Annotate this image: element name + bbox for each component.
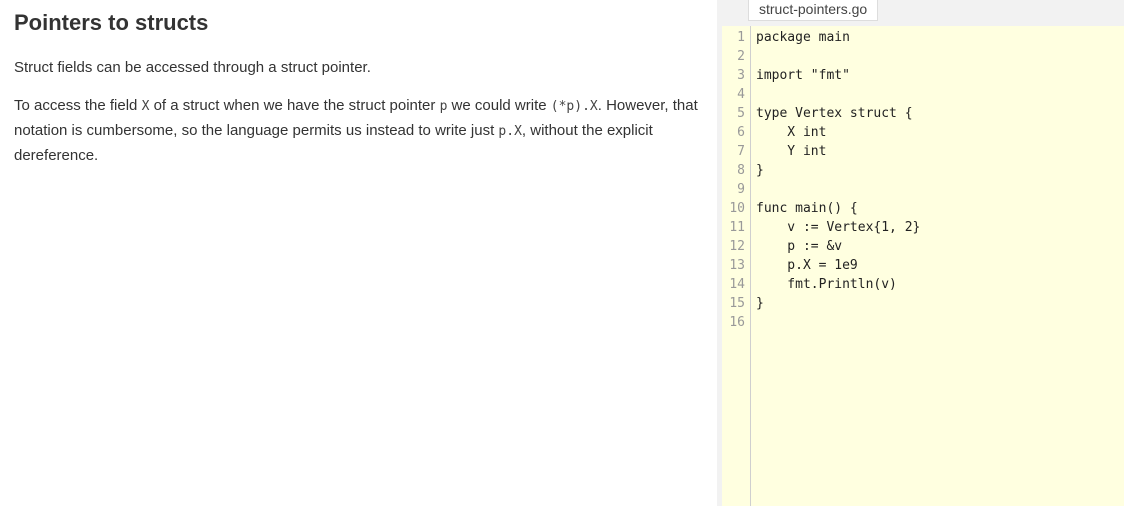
code-line[interactable]: 1 package main: [722, 28, 1124, 47]
code-text[interactable]: [745, 313, 756, 332]
code-text[interactable]: p := &v: [745, 237, 842, 256]
line-number: 2: [737, 49, 745, 64]
code-line[interactable]: 10 func main() {: [722, 199, 1124, 218]
code-line[interactable]: 14 fmt.Println(v): [722, 275, 1124, 294]
inline-code: (*p).X: [550, 99, 598, 114]
line-number: 6: [737, 125, 745, 140]
code-line[interactable]: 13 p.X = 1e9: [722, 256, 1124, 275]
tour-page: Pointers to structs Struct fields can be…: [0, 0, 1124, 506]
line-number: 9: [737, 182, 745, 197]
code-line[interactable]: 9: [722, 180, 1124, 199]
line-number: 15: [729, 296, 745, 311]
lesson-title: Pointers to structs: [14, 10, 209, 35]
line-number: 8: [737, 163, 745, 178]
code-text[interactable]: package main: [745, 28, 850, 47]
line-number: 16: [729, 315, 745, 330]
line-number: 4: [737, 87, 745, 102]
code-text[interactable]: Y int: [745, 142, 826, 161]
lesson-paragraph-2: To access the field X of a struct when w…: [14, 94, 704, 168]
paragraph-text: we could write: [447, 97, 551, 114]
code-line[interactable]: 7 Y int: [722, 142, 1124, 161]
line-number: 14: [729, 277, 745, 292]
line-number: 12: [729, 239, 745, 254]
code-line[interactable]: 2: [722, 47, 1124, 66]
inline-code: p.X: [498, 124, 522, 139]
line-number: 13: [729, 258, 745, 273]
code-lines: 1 package main 2 3 import "fmt" 4 5 type Vertex…: [722, 28, 1124, 332]
file-tab[interactable]: struct-pointers.go: [748, 0, 879, 21]
code-text[interactable]: [745, 47, 756, 66]
code-text[interactable]: type Vertex struct {: [745, 104, 913, 123]
code-line[interactable]: 5 type Vertex struct {: [722, 104, 1124, 123]
code-line[interactable]: 3 import "fmt": [722, 66, 1124, 85]
code-line[interactable]: 8}: [722, 161, 1124, 180]
line-number: 1: [737, 30, 745, 45]
line-number: 10: [729, 201, 745, 216]
line-number: 11: [729, 220, 745, 235]
line-number: 5: [737, 106, 745, 121]
code-text[interactable]: X int: [745, 123, 826, 142]
code-line[interactable]: 12 p := &v: [722, 237, 1124, 256]
code-line[interactable]: 4: [722, 85, 1124, 104]
line-number: 3: [737, 68, 745, 83]
code-line[interactable]: 6 X int: [722, 123, 1124, 142]
code-text[interactable]: import "fmt": [745, 66, 850, 85]
code-text[interactable]: [745, 180, 756, 199]
code-text[interactable]: p.X = 1e9: [745, 256, 857, 275]
code-line[interactable]: 11 v := Vertex{1, 2}: [722, 218, 1124, 237]
code-text[interactable]: }: [745, 161, 764, 180]
code-line[interactable]: 15}: [722, 294, 1124, 313]
paragraph-text: of a struct when we have the struct poin…: [149, 97, 440, 114]
code-text[interactable]: v := Vertex{1, 2}: [745, 218, 920, 237]
lesson-paragraph-1: Struct fields can be accessed through a …: [14, 59, 371, 76]
code-text[interactable]: fmt.Println(v): [745, 275, 897, 294]
code-editor[interactable]: 1 package main 2 3 import "fmt" 4 5 type Vertex…: [722, 26, 1124, 506]
lesson-panel: Pointers to structs Struct fields can be…: [14, 0, 704, 168]
line-number: 7: [737, 144, 745, 159]
paragraph-text: To access the field: [14, 97, 142, 114]
code-text[interactable]: }: [745, 294, 764, 313]
code-text[interactable]: func main() {: [745, 199, 858, 218]
editor-pane: struct-pointers.go 1 package main 2 3 import…: [717, 0, 1124, 506]
code-line[interactable]: 16: [722, 313, 1124, 332]
code-text[interactable]: [745, 85, 756, 104]
